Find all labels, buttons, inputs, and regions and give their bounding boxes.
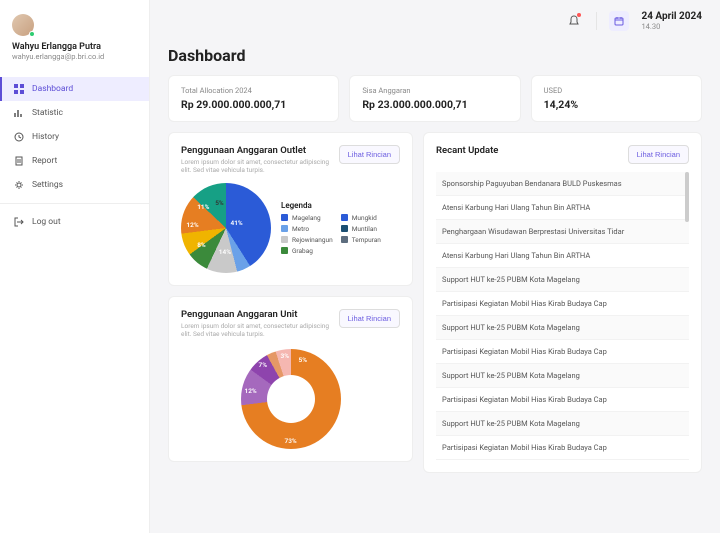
pie-chart-outlet: 41% 5% 11% 12% 8% 14%: [181, 183, 271, 273]
nav-label: Report: [32, 156, 57, 166]
stat-allocation: Total Allocation 2024 Rp 29.000.000.000,…: [168, 75, 339, 122]
stat-used: USED 14,24%: [531, 75, 702, 122]
update-item[interactable]: Partisipasi Kegiatan Mobil Hias Kirab Bu…: [436, 340, 689, 364]
nav-report[interactable]: Report: [0, 149, 149, 173]
legend-item: Metro: [292, 225, 309, 233]
card-title: Penggunaan Anggaran Outlet: [181, 145, 339, 156]
stat-value: Rp 23.000.000.000,71: [362, 98, 507, 111]
nav-label: Statistic: [32, 108, 63, 118]
legend-title: Legenda: [281, 201, 400, 210]
card-outlet: Penggunaan Anggaran Outlet Lorem ipsum d…: [168, 132, 413, 286]
time-text: 14.30: [641, 22, 702, 31]
nav-dashboard[interactable]: Dashboard: [0, 77, 149, 101]
detail-button[interactable]: Lihat Rincian: [628, 145, 689, 164]
update-item[interactable]: Atensi Karbung Hari Ulang Tahun Bin ARTH…: [436, 244, 689, 268]
stat-value: Rp 29.000.000.000,71: [181, 98, 326, 111]
sidebar: Wahyu Erlangga Putra wahyu.erlangga@p.br…: [0, 0, 150, 533]
update-item[interactable]: Partisipasi Kegiatan Mobil Hias Kirab Bu…: [436, 388, 689, 412]
scrollbar-thumb[interactable]: [685, 172, 689, 222]
bell-icon[interactable]: [564, 11, 584, 31]
update-item[interactable]: Penghargaan Wisudawan Berprestasi Univer…: [436, 220, 689, 244]
logout-icon: [14, 217, 24, 227]
file-icon: [14, 156, 24, 166]
legend-item: Grabag: [292, 247, 313, 255]
grid-icon: [14, 84, 24, 94]
nav-history[interactable]: History: [0, 125, 149, 149]
update-item[interactable]: Support HUT ke-25 PUBM Kota Magelang: [436, 412, 689, 436]
legend-item: Muntilan: [352, 225, 377, 233]
stat-value: 14,24%: [544, 98, 689, 111]
card-title: Penggunaan Anggaran Unit: [181, 309, 339, 320]
nav-label: Settings: [32, 180, 63, 190]
calendar-icon[interactable]: [609, 11, 629, 31]
card-subtitle: Lorem ipsum dolor sit amet, consectetur …: [181, 322, 339, 339]
nav-label: Log out: [32, 217, 61, 227]
legend: Legenda Magelang Metro Rejowinangun Grab…: [281, 201, 400, 255]
update-item[interactable]: Support HUT ke-25 PUBM Kota Magelang: [436, 316, 689, 340]
update-item[interactable]: Support HUT ke-25 PUBM Kota Magelang: [436, 364, 689, 388]
update-item[interactable]: Support HUT ke-25 PUBM Kota Magelang: [436, 268, 689, 292]
page-title: Dashboard: [168, 46, 702, 65]
divider: [596, 12, 597, 30]
notification-dot-icon: [577, 13, 581, 17]
update-item[interactable]: Partisipasi Kegiatan Mobil Hias Kirab Bu…: [436, 436, 689, 460]
date-display: 24 April 2024 14.30: [641, 11, 702, 31]
nav-label: History: [32, 132, 59, 142]
stat-sisa: Sisa Anggaran Rp 23.000.000.000,71: [349, 75, 520, 122]
date-text: 24 April 2024: [641, 11, 702, 22]
card-unit: Penggunaan Anggaran Unit Lorem ipsum dol…: [168, 296, 413, 462]
legend-item: Rejowinangun: [292, 236, 333, 244]
nav-label: Dashboard: [32, 84, 73, 94]
update-list[interactable]: Sponsorship Paguyuban Bendanara BULD Pus…: [436, 172, 689, 460]
update-item[interactable]: Sponsorship Paguyuban Bendanara BULD Pus…: [436, 172, 689, 196]
stat-label: Sisa Anggaran: [362, 86, 507, 95]
card-subtitle: Lorem ipsum dolor sit amet, consectetur …: [181, 158, 339, 175]
nav-logout[interactable]: Log out: [0, 210, 149, 234]
user-block: Wahyu Erlangga Putra wahyu.erlangga@p.br…: [0, 0, 149, 71]
nav-statistic[interactable]: Statistic: [0, 101, 149, 125]
detail-button[interactable]: Lihat Rincian: [339, 309, 400, 328]
chart-icon: [14, 108, 24, 118]
status-online-icon: [29, 31, 35, 37]
nav-settings[interactable]: Settings: [0, 173, 149, 197]
divider: [0, 203, 149, 204]
topbar: 24 April 2024 14.30: [150, 0, 720, 42]
stat-label: Total Allocation 2024: [181, 86, 326, 95]
avatar[interactable]: [12, 14, 34, 36]
user-name: Wahyu Erlangga Putra: [12, 42, 137, 52]
stat-label: USED: [544, 86, 689, 95]
user-email: wahyu.erlangga@p.bri.co.id: [12, 52, 137, 61]
legend-item: Magelang: [292, 214, 321, 222]
update-item[interactable]: Partisipasi Kegiatan Mobil Hias Kirab Bu…: [436, 292, 689, 316]
detail-button[interactable]: Lihat Rincian: [339, 145, 400, 164]
gear-icon: [14, 180, 24, 190]
card-title: Recant Update: [436, 145, 498, 156]
donut-chart-unit: 73% 12% 7% 3% 5%: [241, 349, 341, 449]
legend-item: Tempuran: [352, 236, 381, 244]
stat-row: Total Allocation 2024 Rp 29.000.000.000,…: [168, 75, 702, 122]
card-updates: Recant Update Lihat Rincian Sponsorship …: [423, 132, 702, 473]
legend-item: Mungkid: [352, 214, 377, 222]
clock-icon: [14, 132, 24, 142]
update-item[interactable]: Atensi Karbung Hari Ulang Tahun Bin ARTH…: [436, 196, 689, 220]
nav: Dashboard Statistic History Report Setti…: [0, 71, 149, 533]
